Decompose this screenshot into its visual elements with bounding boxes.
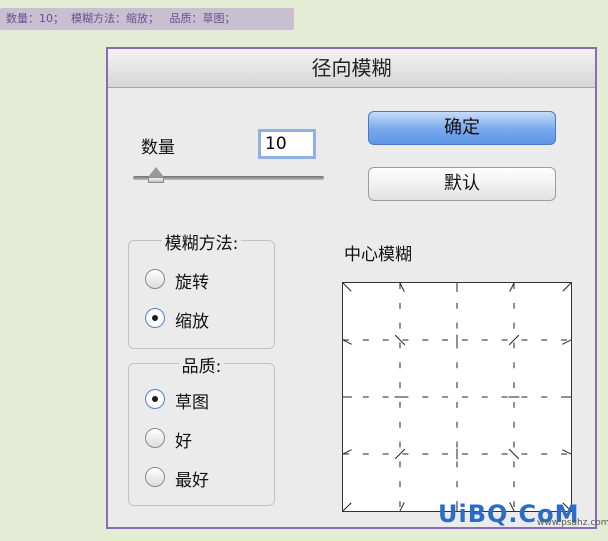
amount-input[interactable] (258, 129, 316, 159)
zoom-blur-line (343, 502, 352, 511)
amount-label: 数量 (141, 138, 175, 158)
radio-selected-dot (152, 315, 158, 321)
radio-zoom-label: 缩放 (175, 312, 209, 332)
default-button[interactable]: 默认 (368, 167, 556, 201)
radio-selected-dot (152, 396, 158, 402)
radio-best-label: 最好 (175, 471, 209, 491)
radio-good-button[interactable] (145, 428, 165, 448)
radio-spin-button[interactable] (145, 269, 165, 289)
center-blur-label: 中心模糊 (344, 245, 412, 265)
zoom-blur-lines (343, 283, 571, 511)
caption-bar: 数量：10； 模糊方法：缩放； 品质：草图； (0, 8, 294, 30)
radio-best-button[interactable] (145, 467, 165, 487)
blur-center-preview[interactable] (342, 282, 572, 512)
ok-button[interactable]: 确定 (368, 111, 556, 145)
quality-group: 品质: 草图 好 最好 (128, 357, 275, 506)
radio-zoom-button[interactable] (145, 308, 165, 328)
slider-thumb[interactable] (148, 167, 164, 177)
blur-method-group: 模糊方法: 旋转 缩放 (128, 234, 275, 349)
dialog-title: 径向模糊 (108, 49, 595, 88)
zoom-blur-line (562, 283, 571, 292)
quality-title: 品质: (178, 357, 225, 377)
radio-draft-button[interactable] (145, 389, 165, 409)
slider-thumb-body[interactable] (148, 177, 164, 183)
zoom-blur-line (508, 448, 520, 460)
zoom-blur-line (343, 283, 352, 292)
blur-method-title: 模糊方法: (161, 234, 242, 254)
watermark-url: www.psahz.com (537, 518, 608, 528)
radio-draft-label: 草图 (175, 393, 209, 413)
radio-spin-label: 旋转 (175, 273, 209, 293)
radio-good-label: 好 (175, 432, 192, 452)
radial-blur-dialog: 径向模糊 数量 确定 默认 模糊方法: 旋转 缩放 品质: 草图 好 最好 中 (106, 47, 597, 529)
